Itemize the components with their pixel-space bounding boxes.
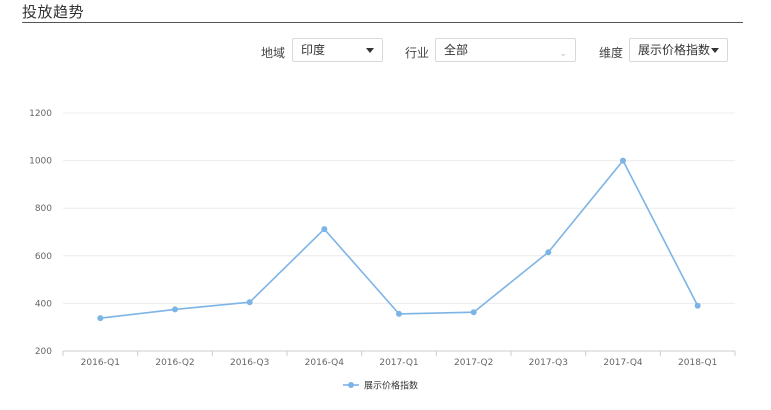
series-line (100, 159, 699, 319)
data-point (545, 249, 552, 256)
x-tick-label: 2017-Q2 (454, 358, 493, 368)
x-tick-label: 2018-Q1 (678, 358, 717, 368)
y-tick-label: 1200 (29, 109, 52, 119)
data-point (97, 315, 104, 322)
data-point (620, 157, 626, 164)
y-tick-label: 600 (35, 252, 52, 262)
x-tick-label: 2016-Q3 (230, 358, 269, 368)
data-point (694, 302, 701, 309)
legend-marker (348, 382, 354, 388)
x-tick-label: 2017-Q1 (379, 358, 418, 368)
x-tick-label: 2016-Q1 (81, 358, 120, 368)
data-point (246, 299, 253, 306)
data-point (396, 310, 402, 317)
y-tick-label: 400 (35, 299, 52, 309)
data-point (172, 306, 178, 313)
x-tick-label: 2016-Q4 (305, 358, 345, 368)
y-tick-label: 200 (35, 347, 52, 357)
y-tick-label: 1000 (29, 157, 52, 167)
x-tick-label: 2016-Q2 (155, 358, 194, 368)
data-point (470, 309, 477, 316)
x-tick-label: 2017-Q4 (603, 358, 643, 368)
x-tick-label: 2017-Q3 (529, 358, 568, 368)
data-point (321, 226, 328, 233)
y-tick-label: 800 (35, 204, 52, 214)
legend-label: 展示价格指数 (364, 380, 418, 392)
trend-line-chart: 200 400 600 800 1000 1200 2016-Q1 2016-Q2 2016-Q… (29, 109, 736, 392)
